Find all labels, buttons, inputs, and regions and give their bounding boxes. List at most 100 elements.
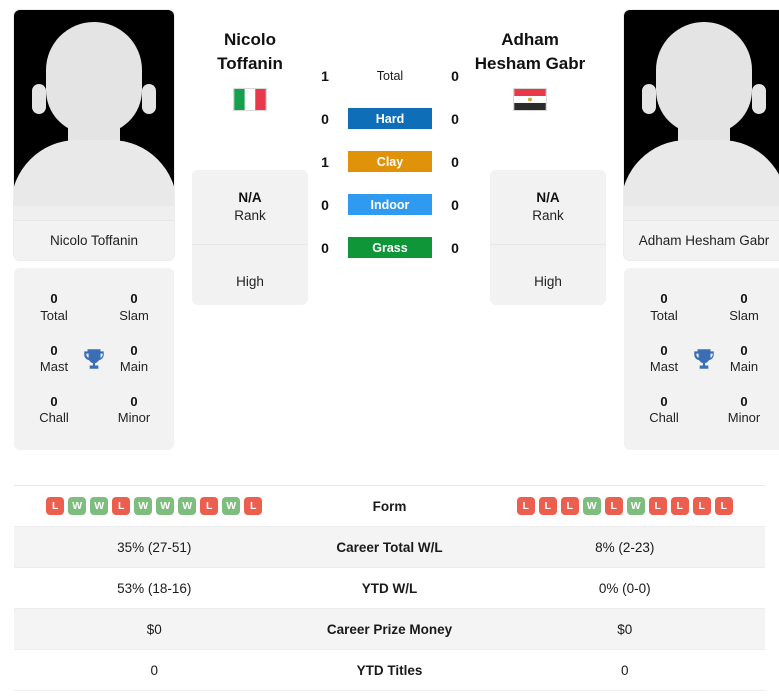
h2h-indoor-label[interactable]: Indoor [348,194,432,215]
h2h-grass-right-score: 0 [451,239,459,256]
left-form-cell: LWWLWWWLWL [14,497,295,515]
h2h-indoor-left-score: 0 [321,196,329,213]
left-title-slam-value: 0 [130,291,138,307]
form-badge-win: W [582,497,601,515]
right-title-minor-value: 0 [740,394,748,410]
form-badge-loss: L [46,497,65,515]
left-rank-label: Rank [234,208,266,223]
right-ytd-titles: 0 [620,662,629,678]
stat-label-career-total-wl: Career Total W/L [336,539,443,555]
right-avatar-name: Adham Hesham Gabr [624,220,779,260]
form-badge-loss: L [604,497,623,515]
left-title-chall-value: 0 [50,394,58,410]
right-ytd-wl: 0% (0-0) [598,580,651,596]
form-badge-loss: L [244,497,263,515]
table-row: 53% (18-16) YTD W/L 0% (0-0) [14,568,765,609]
form-badge-loss: L [692,497,711,515]
right-high-row: High [490,245,606,305]
h2h-clay-left-score: 1 [321,153,329,170]
left-title-minor: 0 Minor [94,394,174,427]
h2h-total-left-score: 1 [321,67,329,84]
right-player-name-line2: Hesham Gabr [474,54,586,74]
right-title-minor-label: Minor [727,410,761,426]
form-badge-win: W [222,497,241,515]
right-player-name[interactable]: Adham Hesham Gabr [472,28,588,76]
right-title-chall-value: 0 [660,394,668,410]
table-row: 0 YTD Titles 0 [14,650,765,691]
right-player-avatar-card[interactable]: Adham Hesham Gabr [624,10,779,260]
h2h-hard-left-score: 0 [321,110,329,127]
right-rank-value: N/A [536,190,560,206]
stats-comparison-table: LWWLWWWLWL Form LLLWLWLLLL 35% (27-51) C… [14,485,765,691]
form-badge-win: W [156,497,175,515]
table-row: 35% (27-51) Career Total W/L 8% (2-23) [14,527,765,568]
h2h-hard-right-score: 0 [451,110,459,127]
left-player-name-line1: Nicolo [224,30,276,49]
left-form-badges: LWWLWWWLWL [46,497,263,515]
left-rank-row: N/A Rank [192,170,308,245]
right-title-chall-label: Chall [649,410,679,426]
form-badge-win: W [68,497,87,515]
form-badge-loss: L [538,497,557,515]
right-form-cell: LLLWLWLLLL [485,497,766,515]
right-player-column: Adham Hesham Gabr 0 Total 0 Slam 0 Mast [624,10,779,450]
h2h-row-total: 1 Total 0 [308,65,472,86]
form-badge-loss: L [200,497,219,515]
comparison-header: Nicolo Toffanin 0 Total 0 Slam 0 Mast 0 … [0,0,779,470]
left-title-total: 0 Total [14,291,94,324]
trophy-icon [84,349,104,369]
h2h-grass-left-score: 0 [321,239,329,256]
form-badge-win: W [90,497,109,515]
left-ytd-wl: 53% (18-16) [117,580,192,596]
form-badge-loss: L [560,497,579,515]
stat-label-form: Form [372,498,407,514]
left-player-name-block: Nicolo Toffanin [192,28,308,112]
h2h-clay-right-score: 0 [451,153,459,170]
right-title-total-label: Total [650,307,678,323]
left-player-name[interactable]: Nicolo Toffanin [192,28,308,76]
h2h-hard-label[interactable]: Hard [348,108,432,129]
h2h-total-right-score: 0 [451,67,459,84]
left-info-card: N/A Rank High 21 Age Plays [192,170,308,305]
h2h-row-clay: 1 Clay 0 [308,151,472,172]
right-title-minor: 0 Minor [704,394,779,427]
form-badge-loss: L [714,497,733,515]
h2h-row-grass: 0 Grass 0 [308,237,472,258]
right-player-name-block: Adham Hesham Gabr [472,28,588,112]
h2h-grass-label[interactable]: Grass [348,237,432,258]
stat-label-ytd-wl: YTD W/L [361,580,418,596]
right-career-prize-money: $0 [617,621,633,637]
left-title-minor-label: Minor [117,410,151,426]
avatar-placeholder-icon [624,10,779,220]
stat-label-ytd-titles: YTD Titles [356,662,423,678]
h2h-clay-label[interactable]: Clay [348,151,432,172]
form-badge-loss: L [516,497,535,515]
left-high-label: High [236,274,264,290]
avatar-placeholder-icon [14,10,174,220]
right-rank-row: N/A Rank [490,170,606,245]
left-player-column: Nicolo Toffanin 0 Total 0 Slam 0 Mast 0 … [14,10,174,450]
right-titles-card: 0 Total 0 Slam 0 Mast 0 Main 0 Chall 0 M… [624,268,779,450]
left-title-total-value: 0 [50,291,58,307]
right-player-name-line1: Adham [501,30,559,49]
right-rank-label: Rank [532,208,564,223]
right-form-badges: LLLWLWLLLL [516,497,733,515]
head-to-head-panel: 1 Total 0 0 Hard 0 1 Clay 0 0 Indoor 0 0 [308,10,472,258]
left-career-total-wl: 35% (27-51) [117,539,192,555]
left-title-minor-value: 0 [130,394,138,410]
left-title-chall-label: Chall [39,410,69,426]
trophy-icon [694,349,714,369]
right-high-label: High [534,274,562,290]
right-title-chall: 0 Chall [624,394,704,427]
right-career-total-wl: 8% (2-23) [595,539,655,555]
player-comparison-page: Nicolo Toffanin 0 Total 0 Slam 0 Mast 0 … [0,0,779,699]
left-title-slam: 0 Slam [94,291,174,324]
right-title-total: 0 Total [624,291,704,324]
stat-label-career-prize-money: Career Prize Money [326,621,453,637]
form-badge-win: W [178,497,197,515]
form-badge-win: W [134,497,153,515]
right-title-slam-value: 0 [740,291,748,307]
left-player-avatar-card[interactable]: Nicolo Toffanin [14,10,174,260]
left-rank-value: N/A [238,190,262,206]
h2h-indoor-right-score: 0 [451,196,459,213]
